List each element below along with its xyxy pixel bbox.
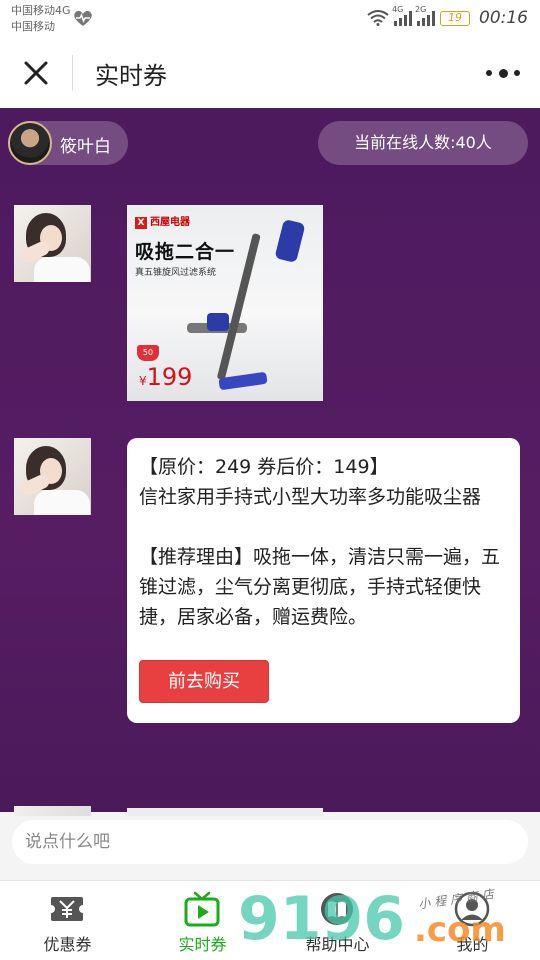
input-area: 说点什么吧 [0, 806, 540, 880]
battery-icon: 19 [440, 10, 470, 26]
next-message-preview [14, 806, 91, 816]
chat-room[interactable]: 筱叶白 当前在线人数:40人 X 西屋电器 吸拖二合一 真五锥旋风过滤系统 50 … [0, 108, 540, 812]
book-icon [321, 893, 353, 925]
net-type-2g: 2G [415, 5, 427, 14]
more-options-button[interactable] [486, 62, 520, 84]
net-type-4g: 4G [392, 5, 404, 14]
brand-logo: X 西屋电器 [135, 213, 190, 229]
product-name: 信社家用手持式小型大功率多功能吸尘器 [139, 486, 482, 508]
vacuum-accessory-head [207, 313, 229, 331]
play-tv-icon [184, 891, 220, 927]
coupon-ticket-icon [48, 897, 86, 921]
tab-label: 优惠券 [43, 935, 92, 954]
tab-label: 帮助中心 [305, 935, 370, 954]
clock: 00:16 [479, 8, 528, 28]
message-bubble: 【原价：249 券后价：149】 信社家用手持式小型大功率多功能吸尘器 【推荐理… [127, 438, 520, 723]
tab-live-coupons[interactable]: 实时券 [135, 881, 270, 960]
coupon-badge: 50 [137, 345, 159, 361]
product-subline: 真五锥旋风过滤系统 [135, 268, 217, 278]
tab-mine[interactable]: 我的 [405, 881, 540, 960]
wifi-icon [367, 10, 389, 26]
tab-label: 我的 [456, 935, 489, 954]
nav-divider [72, 55, 73, 91]
tab-label: 实时券 [178, 935, 227, 954]
status-icons: 4G 2G 19 00:16 [367, 5, 528, 29]
recommend-reason: 【推荐理由】吸拖一体，清洁只需一遍，五锥过滤，尘气分离更彻底，手持式轻便快捷，居… [139, 546, 501, 628]
signal-4g-icon: 4G [392, 5, 412, 26]
status-bar: 中国移动4G 中国移动 4G 2G 19 00:16 [0, 0, 540, 38]
page-title: 实时券 [95, 62, 167, 90]
go-buy-button[interactable]: 前去购买 [139, 660, 269, 703]
price-line: 【原价：249 券后价：149】 [139, 456, 389, 478]
host-info[interactable]: 筱叶白 [8, 121, 128, 165]
carrier-label-2: 中国移动 [11, 20, 55, 33]
signal-2g-icon: 2G [415, 5, 435, 26]
product-image[interactable]: X 西屋电器 吸拖二合一 真五锥旋风过滤系统 50 ¥199 [127, 205, 323, 401]
next-image-preview [127, 808, 323, 816]
vacuum-motor [274, 218, 306, 264]
host-name: 筱叶白 [60, 137, 111, 157]
user-icon [454, 891, 490, 927]
price-symbol: ¥ [139, 374, 147, 388]
product-price: ¥199 [139, 363, 192, 391]
heart-rate-icon [74, 10, 92, 26]
tab-help-center[interactable]: 帮助中心 [270, 881, 405, 960]
nav-bar: 实时券 [0, 38, 540, 108]
carrier-label-1: 中国移动4G [11, 4, 71, 17]
price-value: 199 [146, 363, 193, 391]
message-input[interactable]: 说点什么吧 [12, 820, 528, 864]
close-icon[interactable] [18, 55, 54, 91]
sender-avatar[interactable] [14, 205, 91, 282]
host-avatar[interactable] [8, 121, 52, 165]
online-count-badge: 当前在线人数:40人 [318, 121, 528, 165]
brand-name: 西屋电器 [150, 217, 190, 228]
tab-bar: 优惠券 实时券 帮助中心 我的 [0, 880, 540, 960]
message-text: 【原价：249 券后价：149】 信社家用手持式小型大功率多功能吸尘器 【推荐理… [139, 452, 511, 632]
sender-avatar[interactable] [14, 438, 91, 515]
tab-coupons[interactable]: 优惠券 [0, 881, 135, 960]
product-headline: 吸拖二合一 [135, 241, 236, 263]
